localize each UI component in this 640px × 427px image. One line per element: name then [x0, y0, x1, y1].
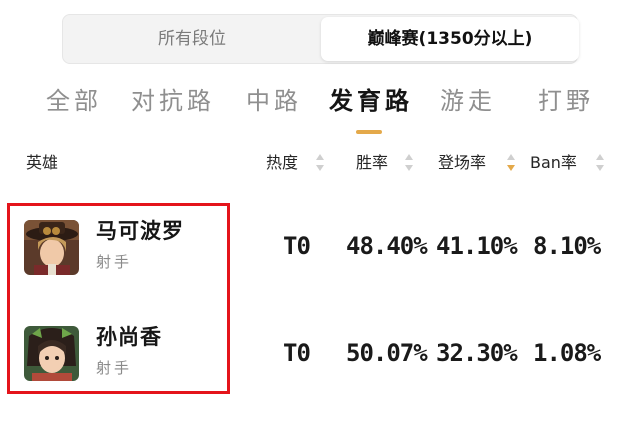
column-hero: 英雄: [26, 153, 59, 172]
win-rate-value: 50.07%: [346, 339, 428, 367]
pick-rate-value: 41.10%: [436, 232, 518, 260]
ban-rate-value: 1.08%: [533, 339, 601, 367]
active-tab-indicator: [356, 130, 382, 134]
heat-value: T0: [283, 339, 311, 367]
hero-highlight-annotation: [7, 203, 230, 394]
tab-jungle[interactable]: 打野: [538, 84, 594, 118]
tab-roam[interactable]: 游走: [440, 84, 496, 118]
sort-win-rate-icon[interactable]: [405, 153, 414, 173]
tab-clash-lane[interactable]: 对抗路: [131, 84, 215, 118]
column-pick-rate[interactable]: 登场率: [438, 151, 486, 175]
rank-filter-segmented: 所有段位 巅峰赛(1350分以上): [62, 14, 579, 64]
rank-option-peak[interactable]: 巅峰赛(1350分以上): [321, 17, 579, 61]
ban-rate-value: 8.10%: [533, 232, 601, 260]
tab-all[interactable]: 全部: [46, 84, 102, 118]
win-rate-value: 48.40%: [346, 232, 428, 260]
tab-farm-lane[interactable]: 发育路: [329, 84, 413, 118]
sort-pick-rate-icon[interactable]: [507, 153, 516, 173]
sort-heat-icon[interactable]: [316, 153, 325, 173]
pick-rate-value: 32.30%: [436, 339, 518, 367]
sort-ban-rate-icon[interactable]: [596, 153, 605, 173]
tab-mid-lane[interactable]: 中路: [246, 84, 302, 118]
column-ban-rate[interactable]: Ban率: [530, 151, 577, 175]
column-win-rate[interactable]: 胜率: [356, 151, 388, 175]
rank-option-all[interactable]: 所有段位: [63, 15, 321, 63]
column-heat[interactable]: 热度: [266, 151, 298, 175]
heat-value: T0: [283, 232, 311, 260]
